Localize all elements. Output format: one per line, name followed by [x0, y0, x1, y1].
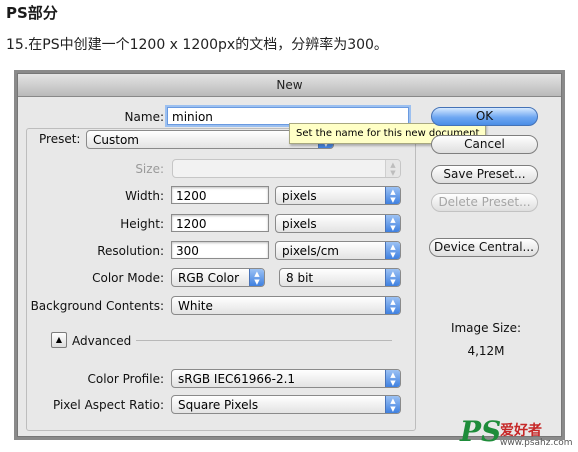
color-profile-label: Color Profile: — [87, 372, 165, 386]
pixel-aspect-ratio-label: Pixel Aspect Ratio: — [53, 398, 164, 412]
popup-arrows-icon: ▲▼ — [385, 370, 400, 387]
popup-arrows-icon: ▲▼ — [385, 396, 400, 413]
preset-value: Custom — [93, 133, 139, 147]
color-mode-select[interactable]: RGB Color ▲ ▼ — [171, 268, 265, 287]
watermark-logo: PS 爱好者 www.psahz.com — [460, 415, 576, 451]
image-size-label: Image Size: — [450, 321, 522, 335]
bit-depth-value: 8 bit — [286, 271, 314, 285]
size-label: Size: — [135, 162, 164, 176]
name-label: Name: — [124, 110, 164, 124]
color-profile-value: sRGB IEC61966-2.1 — [178, 372, 296, 386]
ok-button[interactable]: OK — [431, 107, 538, 126]
pixel-aspect-ratio-select[interactable]: Square Pixels ▲ ▼ — [171, 395, 401, 414]
resolution-label: Resolution: — [97, 244, 164, 258]
size-select: ▲ ▼ — [172, 159, 401, 178]
device-central-button[interactable]: Device Central... — [429, 238, 539, 257]
resolution-unit-select[interactable]: pixels/cm ▲ ▼ — [275, 241, 401, 260]
height-unit-value: pixels — [282, 217, 317, 231]
page-heading: PS部分 — [6, 4, 58, 22]
background-contents-label: Background Contents: — [30, 299, 164, 313]
delete-preset-button: Delete Preset... — [431, 193, 538, 212]
resolution-unit-value: pixels/cm — [282, 244, 339, 258]
color-mode-value: RGB Color — [178, 271, 240, 285]
width-label: Width: — [125, 189, 164, 203]
height-label: Height: — [120, 217, 164, 231]
advanced-divider — [136, 340, 392, 341]
color-mode-label: Color Mode: — [92, 271, 164, 285]
disclosure-triangle-icon[interactable]: ▲ — [51, 332, 67, 348]
watermark-cn: 爱好者 — [500, 423, 542, 439]
watermark-url: www.psahz.com — [500, 438, 573, 448]
width-unit-select[interactable]: pixels ▲ ▼ — [275, 186, 401, 205]
resolution-field[interactable]: 300 — [171, 241, 269, 259]
dialog-title: New — [18, 74, 561, 97]
preset-label: Preset: — [36, 132, 84, 146]
height-field[interactable]: 1200 — [171, 214, 269, 232]
height-unit-select[interactable]: pixels ▲ ▼ — [275, 214, 401, 233]
popup-arrows-icon: ▲▼ — [385, 160, 400, 177]
bit-depth-select[interactable]: 8 bit ▲ ▼ — [279, 268, 401, 287]
background-contents-value: White — [178, 299, 213, 313]
color-profile-select[interactable]: sRGB IEC61966-2.1 ▲ ▼ — [171, 369, 401, 388]
background-contents-select[interactable]: White ▲ ▼ — [171, 296, 401, 315]
popup-arrows-icon: ▲▼ — [385, 242, 400, 259]
width-unit-value: pixels — [282, 189, 317, 203]
popup-arrows-icon: ▲▼ — [385, 269, 400, 286]
image-size-value: 4,12M — [467, 344, 505, 358]
pixel-aspect-ratio-value: Square Pixels — [178, 398, 259, 412]
advanced-label: Advanced — [72, 334, 132, 348]
watermark-ps: PS — [460, 415, 502, 448]
popup-arrows-icon: ▲▼ — [385, 187, 400, 204]
new-document-dialog: New Name: minion Preset: Custom ▲▼ Set t… — [17, 73, 562, 437]
cancel-button[interactable]: Cancel — [431, 135, 538, 154]
popup-arrows-icon: ▲▼ — [385, 215, 400, 232]
save-preset-button[interactable]: Save Preset... — [431, 165, 538, 184]
popup-arrows-icon: ▲▼ — [249, 269, 264, 286]
width-field[interactable]: 1200 — [171, 186, 269, 204]
popup-arrows-icon: ▲▼ — [385, 297, 400, 314]
intro-text: 15.在PS中创建一个1200 x 1200px的文档，分辨率为300。 — [6, 37, 388, 53]
